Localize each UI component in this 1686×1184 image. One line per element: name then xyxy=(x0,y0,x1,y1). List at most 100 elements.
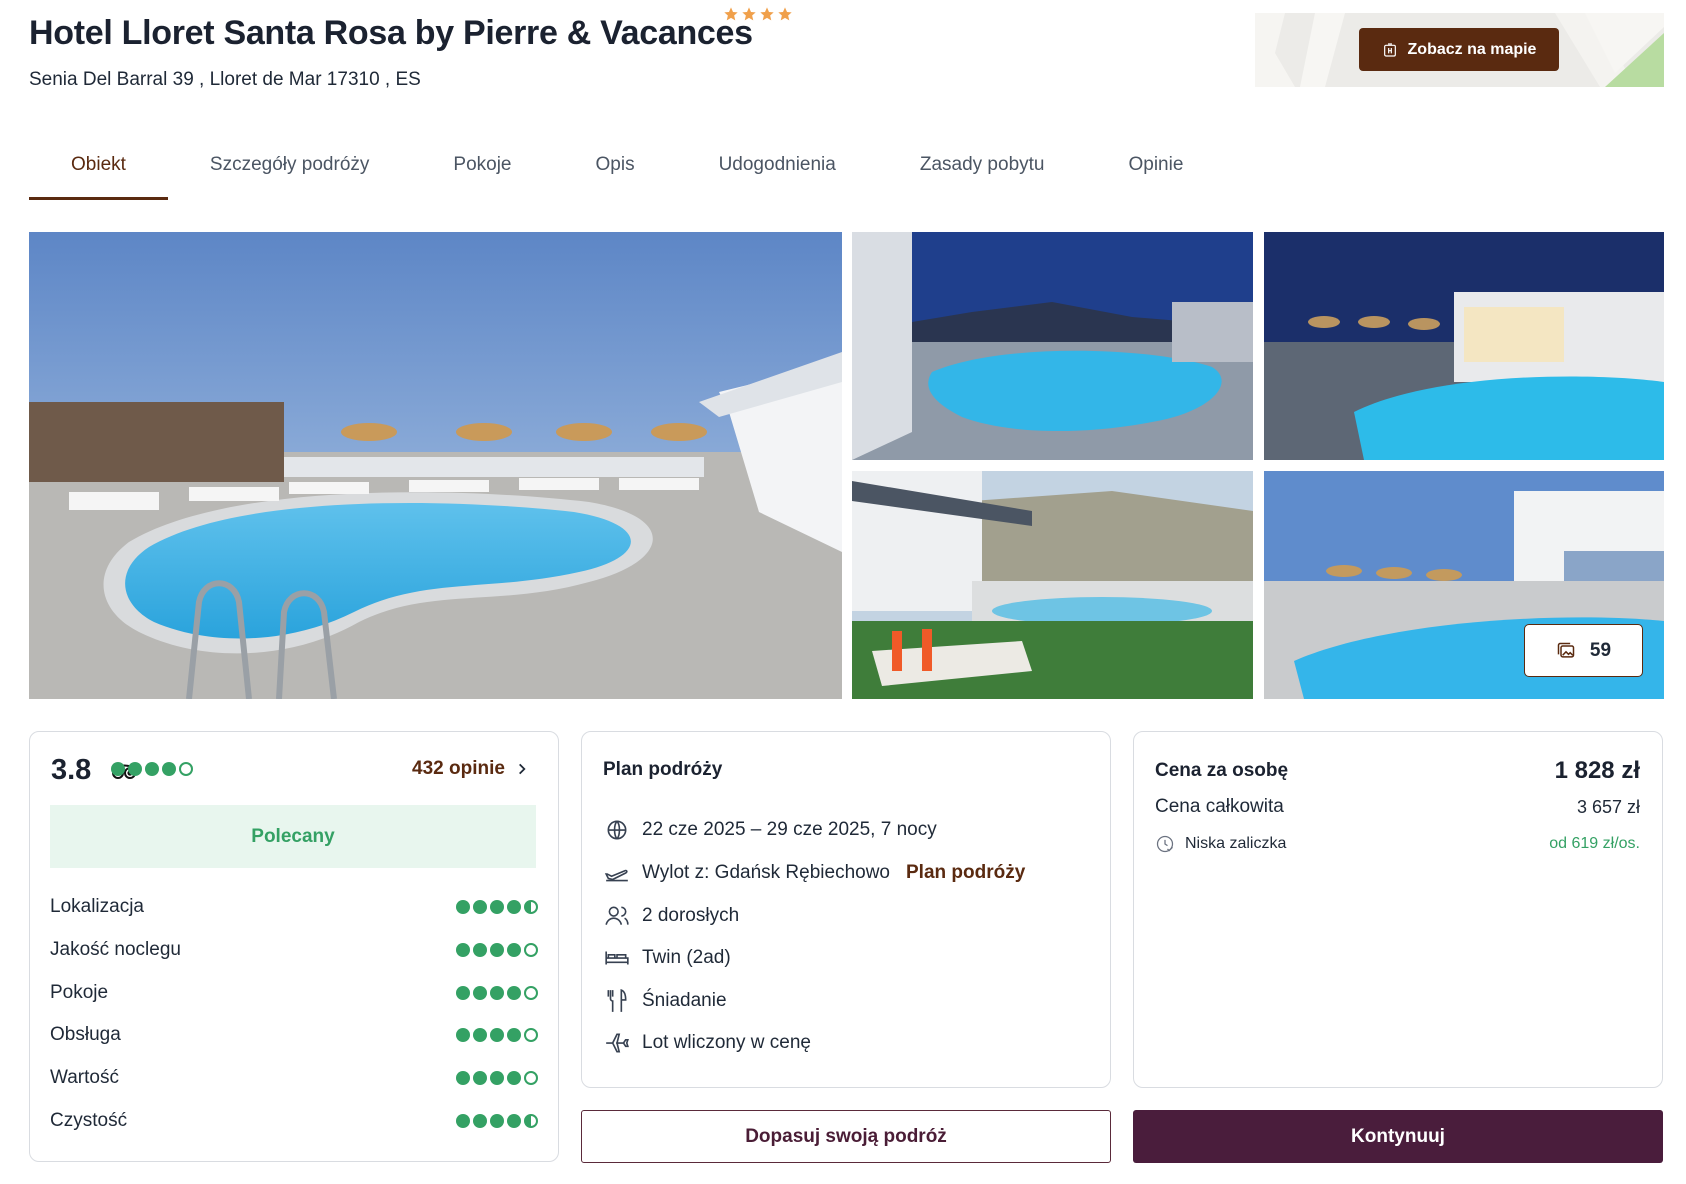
rating-dot xyxy=(490,986,504,1000)
rating-metric-dots xyxy=(456,1114,538,1128)
rating-metric-dots xyxy=(456,1028,538,1042)
deposit-value: od 619 zł/os. xyxy=(1549,835,1640,852)
main-photo-pool-day[interactable] xyxy=(29,232,842,699)
photo-pool-evening-1[interactable] xyxy=(852,232,1253,460)
rating-dot xyxy=(524,900,538,914)
rating-metric-dots xyxy=(456,986,538,1000)
tab-opinie[interactable]: Opinie xyxy=(1086,140,1225,200)
deposit-icon xyxy=(1156,835,1174,853)
price-total-label: Cena całkowita xyxy=(1155,796,1284,817)
deposit-row: Niska zaliczka od 619 zł/os. xyxy=(1155,834,1640,854)
rating-dot xyxy=(524,986,538,1000)
hotel-icon xyxy=(1383,42,1396,57)
rating-dot xyxy=(507,943,521,957)
rating-dot xyxy=(111,762,125,776)
travel-plan-card: Plan podróży 22 cze 2025 – 29 cze 2025, … xyxy=(581,731,1111,1088)
tab-szczegoly-podrozy[interactable]: Szczegóły podróży xyxy=(168,140,411,200)
show-on-map-button[interactable]: Zobacz na mapie xyxy=(1359,28,1559,71)
rating-dot xyxy=(524,1028,538,1042)
rating-metric-dots xyxy=(456,900,538,914)
tab-pokoje[interactable]: Pokoje xyxy=(411,140,553,200)
photo-pool-terrace-drinks[interactable] xyxy=(852,471,1253,699)
recommended-badge: Polecany xyxy=(50,805,536,868)
section-tabs: Obiekt Szczegóły podróży Pokoje Opis Udo… xyxy=(29,140,1225,200)
rating-metric-label: Lokalizacja xyxy=(50,896,144,917)
rating-metric-dots xyxy=(456,943,538,957)
photo-pool-evening-2[interactable] xyxy=(1264,232,1664,460)
rating-dot xyxy=(490,1114,504,1128)
rating-dot xyxy=(524,943,538,957)
deposit-label-wrap: Niska zaliczka xyxy=(1155,834,1286,854)
rating-metric-label: Pokoje xyxy=(50,982,109,1003)
tab-obiekt[interactable]: Obiekt xyxy=(29,140,168,200)
rating-metric-row: Pokoje xyxy=(50,982,538,1004)
bed-icon xyxy=(605,951,629,965)
plan-guests: 2 dorosłych xyxy=(642,905,740,926)
rating-dot xyxy=(473,1071,487,1085)
plan-title: Plan podróży xyxy=(603,759,723,780)
rating-dot xyxy=(456,900,470,914)
rating-metric-row: Obsługa xyxy=(50,1024,538,1046)
overall-rating-dots xyxy=(111,762,193,776)
rating-dot xyxy=(490,1071,504,1085)
plan-room: Twin (2ad) xyxy=(642,947,731,968)
gallery-icon xyxy=(1557,642,1575,658)
map-preview[interactable]: Zobacz na mapie xyxy=(1255,13,1664,87)
reviews-link-label: 432 opinie xyxy=(412,758,505,779)
price-total-value: 3 657 zł xyxy=(1576,796,1640,817)
plan-dates: 22 cze 2025 – 29 cze 2025, 7 nocy xyxy=(642,819,937,840)
star-icon xyxy=(778,7,792,21)
plan-flight: Lot wliczony w cenę xyxy=(642,1032,811,1053)
star-icon xyxy=(760,7,774,21)
rating-dot xyxy=(490,943,504,957)
rating-dot xyxy=(524,1114,538,1128)
adjust-trip-button[interactable]: Dopasuj swoją podróż xyxy=(581,1110,1111,1163)
rating-dot xyxy=(473,900,487,914)
plan-board-row: Śniadanie xyxy=(604,988,727,1014)
rating-score: 3.8 xyxy=(51,754,92,786)
tab-zasady-pobytu[interactable]: Zasady pobytu xyxy=(878,140,1087,200)
rating-metric-row: Lokalizacja xyxy=(50,896,538,918)
rating-metric-dots xyxy=(456,1071,538,1085)
rating-dot xyxy=(473,1028,487,1042)
plan-board: Śniadanie xyxy=(642,990,727,1011)
rating-dot xyxy=(473,943,487,957)
show-on-map-label: Zobacz na mapie xyxy=(1407,40,1537,58)
rating-metric-label: Obsługa xyxy=(50,1024,121,1045)
price-total-row: Cena całkowita 3 657 zł xyxy=(1155,796,1640,818)
rating-dot xyxy=(507,1071,521,1085)
star-icon xyxy=(724,7,738,21)
cutlery-icon xyxy=(607,989,627,1012)
plan-departure: Wylot z: Gdańsk Rębiechowo xyxy=(642,862,890,883)
rating-metric-label: Wartość xyxy=(50,1067,119,1088)
rating-dot xyxy=(128,762,142,776)
rating-dot xyxy=(524,1071,538,1085)
reviews-link[interactable]: 432 opinie xyxy=(412,758,529,780)
star-rating xyxy=(723,6,793,22)
price-per-person-value: 1 828 zł xyxy=(1554,757,1640,784)
plan-dates-row: 22 cze 2025 – 29 cze 2025, 7 nocy xyxy=(604,817,937,843)
price-card: Cena za osobę 1 828 zł Cena całkowita 3 … xyxy=(1133,731,1663,1088)
rating-dot xyxy=(490,900,504,914)
rating-dot xyxy=(473,1114,487,1128)
rating-dot xyxy=(162,762,176,776)
rating-dot xyxy=(456,1028,470,1042)
rating-dot xyxy=(507,986,521,1000)
price-per-person-label: Cena za osobę xyxy=(1155,760,1289,781)
rating-dot xyxy=(507,900,521,914)
rating-metric-row: Wartość xyxy=(50,1067,538,1089)
tab-udogodnienia[interactable]: Udogodnienia xyxy=(677,140,878,200)
continue-button[interactable]: Kontynuuj xyxy=(1133,1110,1663,1163)
rating-dot xyxy=(490,1028,504,1042)
rating-metric-row: Jakość noclegu xyxy=(50,939,538,961)
photo-count-value: 59 xyxy=(1589,639,1612,661)
tab-opis[interactable]: Opis xyxy=(554,140,677,200)
plan-itinerary-link[interactable]: Plan podróży xyxy=(906,862,1025,884)
photo-count-button[interactable]: 59 xyxy=(1524,624,1643,677)
star-icon xyxy=(742,7,756,21)
rating-dot xyxy=(507,1028,521,1042)
hotel-address: Senia Del Barral 39 , Lloret de Mar 1731… xyxy=(29,69,421,90)
rating-metric-label: Jakość noclegu xyxy=(50,939,181,960)
plan-guests-row: 2 dorosłych xyxy=(604,903,739,929)
plan-flight-row: Lot wliczony w cenę xyxy=(604,1030,811,1056)
